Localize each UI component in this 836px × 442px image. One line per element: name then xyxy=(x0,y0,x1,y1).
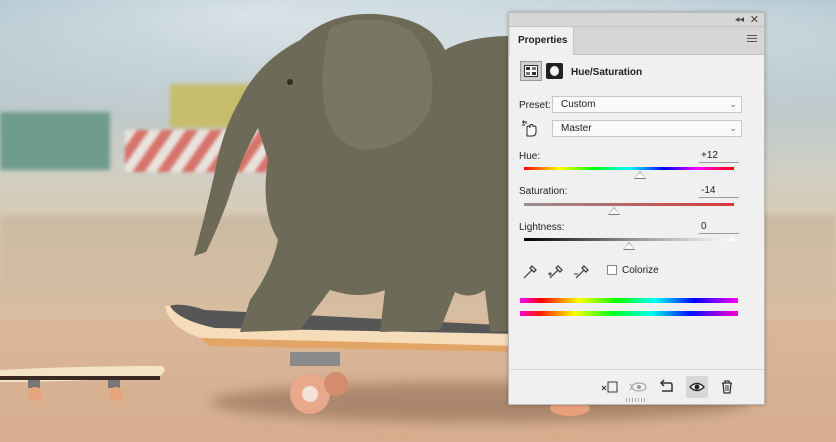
panel-titlebar: ◂◂ ✕ xyxy=(509,13,764,27)
tab-properties[interactable]: Properties xyxy=(510,27,574,55)
visibility-eye-icon[interactable] xyxy=(686,376,708,398)
eyedropper-minus-icon[interactable] xyxy=(573,263,591,281)
preset-value: Custom xyxy=(561,99,596,110)
adjustment-layer-icon[interactable] xyxy=(520,61,542,81)
reset-icon[interactable] xyxy=(655,376,677,398)
saturation-slider-track[interactable] xyxy=(524,203,734,206)
lightness-input[interactable]: 0 xyxy=(699,220,739,234)
input-color-spectrum xyxy=(520,298,738,303)
delete-icon[interactable] xyxy=(716,376,738,398)
hue-slider-thumb[interactable] xyxy=(633,171,646,179)
colorize-label: Colorize xyxy=(622,265,659,276)
saturation-label: Saturation: xyxy=(519,186,568,197)
channel-dropdown[interactable]: Master ⌄ xyxy=(552,120,742,137)
layer-mask-icon[interactable] xyxy=(546,63,563,79)
chevron-down-icon: ⌄ xyxy=(729,123,737,133)
saturation-input[interactable]: -14 xyxy=(699,184,739,198)
adjustment-title: Hue/Saturation xyxy=(571,67,643,78)
hue-slider-track[interactable] xyxy=(524,167,734,170)
eyedropper-icon[interactable] xyxy=(521,263,539,281)
hue-label: Hue: xyxy=(519,151,541,162)
saturation-slider-thumb[interactable] xyxy=(608,207,621,215)
close-icon[interactable]: ✕ xyxy=(750,13,759,26)
targeted-adjustment-hand-icon[interactable] xyxy=(521,120,539,138)
double-chevron-left-icon[interactable]: ◂◂ xyxy=(735,14,744,25)
channel-value: Master xyxy=(561,123,592,134)
small-skateboard xyxy=(0,366,165,401)
view-previous-state-icon[interactable] xyxy=(627,376,649,398)
chevron-down-icon: ⌄ xyxy=(729,99,737,109)
resize-grip[interactable] xyxy=(626,398,646,402)
elephant xyxy=(194,13,520,332)
lightness-slider-thumb[interactable] xyxy=(623,242,635,250)
hamburger-menu-icon[interactable] xyxy=(747,35,757,45)
colorize-checkbox[interactable] xyxy=(607,265,617,275)
eyedropper-plus-icon[interactable] xyxy=(547,263,565,281)
hue-input[interactable]: +12 xyxy=(699,149,739,163)
clip-to-layer-icon[interactable] xyxy=(599,376,621,398)
lightness-label: Lightness: xyxy=(519,222,565,233)
panel-tab-row: Properties xyxy=(509,27,764,55)
adjustment-header: Hue/Saturation xyxy=(509,57,764,87)
properties-panel: ◂◂ ✕ Properties Hue/Saturation Preset: C… xyxy=(508,12,765,405)
preset-dropdown[interactable]: Custom ⌄ xyxy=(552,96,742,113)
panel-footer xyxy=(509,369,764,405)
preset-label: Preset: xyxy=(519,100,551,111)
output-color-spectrum xyxy=(520,311,738,316)
lightness-slider-track[interactable] xyxy=(524,238,734,241)
